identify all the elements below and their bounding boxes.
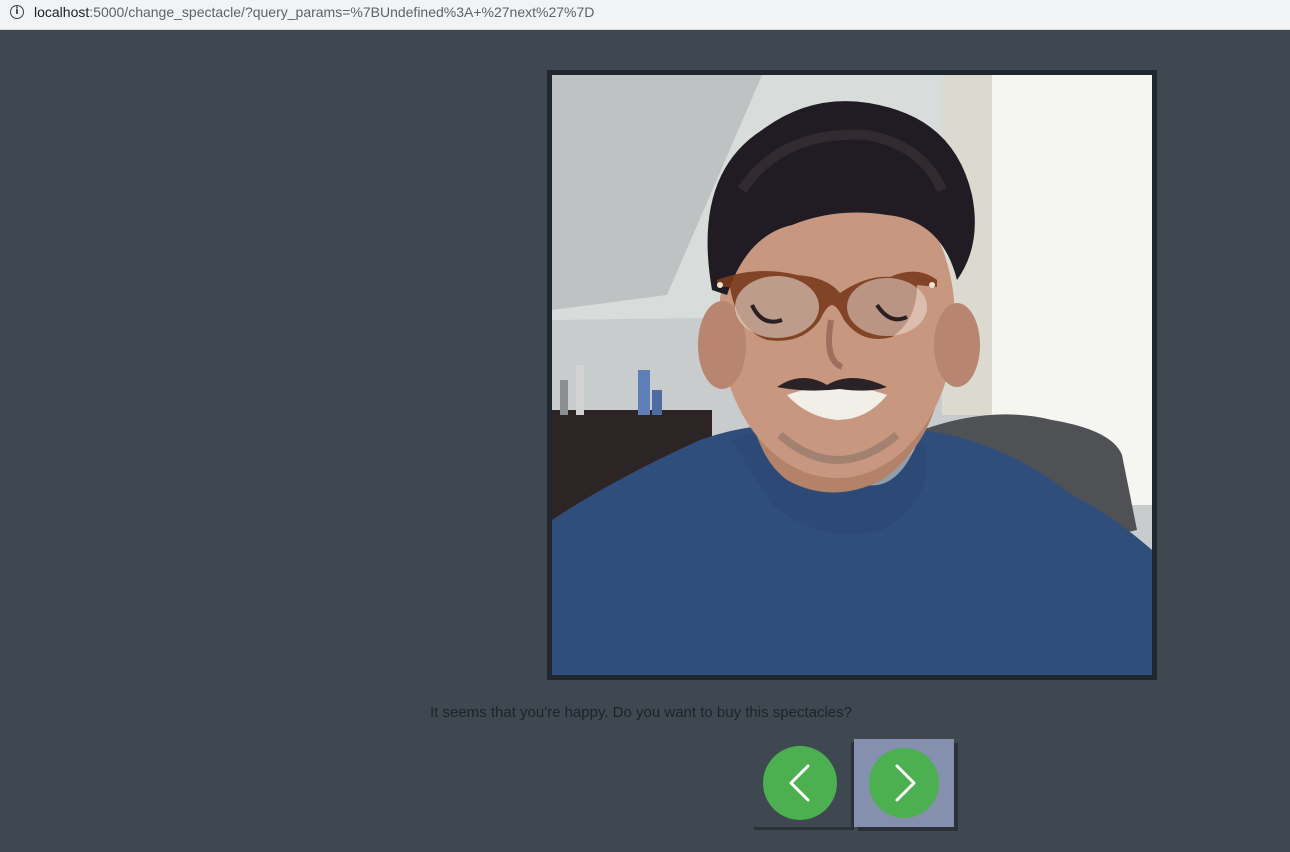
url-text[interactable]: localhost:5000/change_spectacle/?query_p… bbox=[34, 4, 594, 20]
spectacle-navigation bbox=[751, 739, 961, 829]
chevron-left-icon bbox=[789, 764, 810, 802]
browser-address-bar[interactable]: i localhost:5000/change_spectacle/?query… bbox=[0, 0, 1290, 30]
previous-circle bbox=[763, 746, 837, 820]
left-lens bbox=[735, 276, 819, 338]
right-hinge-dot bbox=[929, 282, 935, 288]
info-icon[interactable]: i bbox=[10, 5, 24, 19]
url-path: :5000/change_spectacle/?query_params=%7B… bbox=[89, 4, 595, 20]
webcam-photo bbox=[552, 75, 1152, 675]
right-lens bbox=[847, 278, 927, 336]
right-ear bbox=[934, 303, 980, 387]
spray-bottle bbox=[576, 365, 584, 415]
left-hinge-dot bbox=[717, 282, 723, 288]
small-blue-bottle bbox=[652, 390, 662, 415]
spectacle-preview-page: It seems that you're happy. Do you want … bbox=[0, 31, 1290, 852]
chevron-right-icon bbox=[895, 764, 916, 802]
previous-spectacle-button[interactable] bbox=[751, 739, 851, 827]
next-spectacle-button[interactable] bbox=[854, 739, 954, 827]
person-wearing-spectacles-image bbox=[552, 75, 1152, 675]
next-circle bbox=[869, 748, 939, 818]
bottle bbox=[560, 380, 568, 415]
camera-preview-frame bbox=[547, 70, 1157, 680]
happiness-message: It seems that you're happy. Do you want … bbox=[430, 704, 852, 721]
blue-bottle bbox=[638, 370, 650, 415]
url-host: localhost bbox=[34, 4, 90, 20]
